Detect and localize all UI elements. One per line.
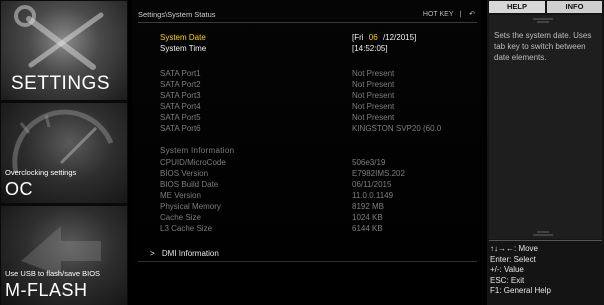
key-hint: ↑↓→←: Move <box>490 244 539 253</box>
sata-label: SATA Port5 <box>160 113 201 122</box>
sysinfo-row: CPUID/MicroCode 506e3/19 <box>160 158 478 168</box>
mflash-subtitle: Use USB to flash/save BIOS <box>5 269 101 278</box>
system-date-label: System Date <box>160 33 206 42</box>
sata-row: SATA Port4 Not Present <box>160 102 478 112</box>
sysinfo-label: BIOS Version <box>160 169 209 178</box>
sysinfo-label: BIOS Build Date <box>160 180 219 189</box>
main-panel: Settings\System Status HOT KEY | ↶ Syste… <box>132 0 481 305</box>
settings-title: SETTINGS <box>11 73 111 94</box>
sysinfo-value: 11.0.0.1149 <box>352 191 394 200</box>
dmi-information-item[interactable]: > DMI Information <box>150 249 219 258</box>
tab-help[interactable]: HELP <box>489 1 545 13</box>
oc-tile[interactable]: Overclocking settings OC <box>1 103 127 203</box>
system-date-row[interactable]: System Date [Fri 06 /12/2015] <box>160 33 478 43</box>
sata-value: Not Present <box>352 91 395 100</box>
sata-label: SATA Port3 <box>160 91 201 100</box>
dmi-information-label: DMI Information <box>161 249 219 258</box>
sata-row: SATA Port1 Not Present <box>160 69 478 79</box>
footer-divider <box>138 261 477 262</box>
oc-title: OC <box>5 179 33 199</box>
system-date-value[interactable]: [Fri 06 /12/2015] <box>352 33 416 43</box>
sysinfo-row: ME Version 11.0.0.1149 <box>160 191 478 201</box>
sata-label: SATA Port4 <box>160 102 201 111</box>
sysinfo-label: CPUID/MicroCode <box>160 158 226 167</box>
undo-icon[interactable]: ↶ <box>469 11 475 18</box>
sata-value: Not Present <box>352 113 395 122</box>
key-hint: Enter: Select <box>490 254 536 264</box>
key-hint: +/-: Value <box>490 265 524 274</box>
sysinfo-row: Cache Size 1024 KB <box>160 213 478 223</box>
sysinfo-row: BIOS Build Date 06/11/2015 <box>160 180 478 190</box>
mflash-title: M-FLASH <box>5 280 88 300</box>
hotkey-area[interactable]: HOT KEY | ↶ <box>423 10 475 18</box>
sysinfo-label: L3 Cache Size <box>160 224 213 233</box>
sata-row: SATA Port6 KINGSTON SVP20 (60.0 <box>160 124 478 134</box>
settings-tile[interactable]: SETTINGS <box>1 1 127 100</box>
tab-info[interactable]: INFO <box>547 1 602 13</box>
sysinfo-value: 506e3/19 <box>352 158 386 167</box>
date-weekday: [Fri <box>352 33 364 42</box>
key-hint: ESC: Exit <box>490 275 525 285</box>
date-rest: /12/2015] <box>382 33 417 42</box>
sata-value: Not Present <box>352 69 395 78</box>
sysinfo-value: 6144 KB <box>352 224 383 233</box>
scroll-down-icon[interactable] <box>533 231 553 236</box>
hotkey-label[interactable]: HOT KEY <box>423 11 453 18</box>
sysinfo-label: Cache Size <box>160 213 201 222</box>
sata-value: Not Present <box>352 102 395 111</box>
sysinfo-value: 06/11/2015 <box>352 180 392 189</box>
sata-value: KINGSTON SVP20 (60.0 <box>352 124 442 133</box>
help-tabs: HELP INFO <box>487 0 604 14</box>
breadcrumb: Settings\System Status <box>138 10 216 19</box>
mflash-tile[interactable]: Use USB to flash/save BIOS M-FLASH <box>1 206 127 305</box>
sata-label: SATA Port6 <box>160 124 201 133</box>
sata-value: Not Present <box>352 80 395 89</box>
system-time-label: System Time <box>160 44 207 53</box>
sidebar: SETTINGS Overclocking settings OC Use US… <box>0 0 128 305</box>
key-legend: ↑↓→←: Move Enter: Select +/-: Value ESC:… <box>490 244 603 297</box>
sata-row: SATA Port5 Not Present <box>160 113 478 123</box>
sata-label: SATA Port2 <box>160 80 201 89</box>
sysinfo-label: Physical Memory <box>160 202 221 211</box>
date-day-field[interactable]: 06 <box>369 33 378 42</box>
sysinfo-row: BIOS Version E7982IMS.202 <box>160 169 478 179</box>
sysinfo-row: Physical Memory 8192 MB <box>160 202 478 212</box>
sysinfo-value: E7982IMS.202 <box>352 169 405 178</box>
sysinfo-value: 8192 MB <box>352 202 385 211</box>
scroll-up-icon[interactable] <box>533 18 553 23</box>
system-time-row[interactable]: System Time [14:52:05] <box>160 44 478 54</box>
sysinfo-value: 1024 KB <box>352 213 383 222</box>
sata-label: SATA Port1 <box>160 69 201 78</box>
sysinfo-label: ME Version <box>160 191 201 200</box>
oc-subtitle: Overclocking settings <box>5 168 77 177</box>
system-time-value[interactable]: [14:52:05] <box>352 44 388 54</box>
sata-row: SATA Port2 Not Present <box>160 80 478 90</box>
help-content: Sets the system date. Uses tab key to sw… <box>489 15 602 239</box>
key-hint: F1: General Help <box>490 286 551 295</box>
chevron-right-icon: > <box>150 249 155 258</box>
sysinfo-row: L3 Cache Size 6144 KB <box>160 224 478 234</box>
hotkey-separator: | <box>459 11 462 18</box>
keys-divider <box>489 240 602 241</box>
help-description: Sets the system date. Uses tab key to sw… <box>494 31 592 62</box>
system-information-heading: System Information <box>160 146 235 155</box>
sata-row: SATA Port3 Not Present <box>160 91 478 101</box>
header-divider <box>138 22 477 23</box>
help-panel: HELP INFO Sets the system date. Uses tab… <box>487 0 604 305</box>
